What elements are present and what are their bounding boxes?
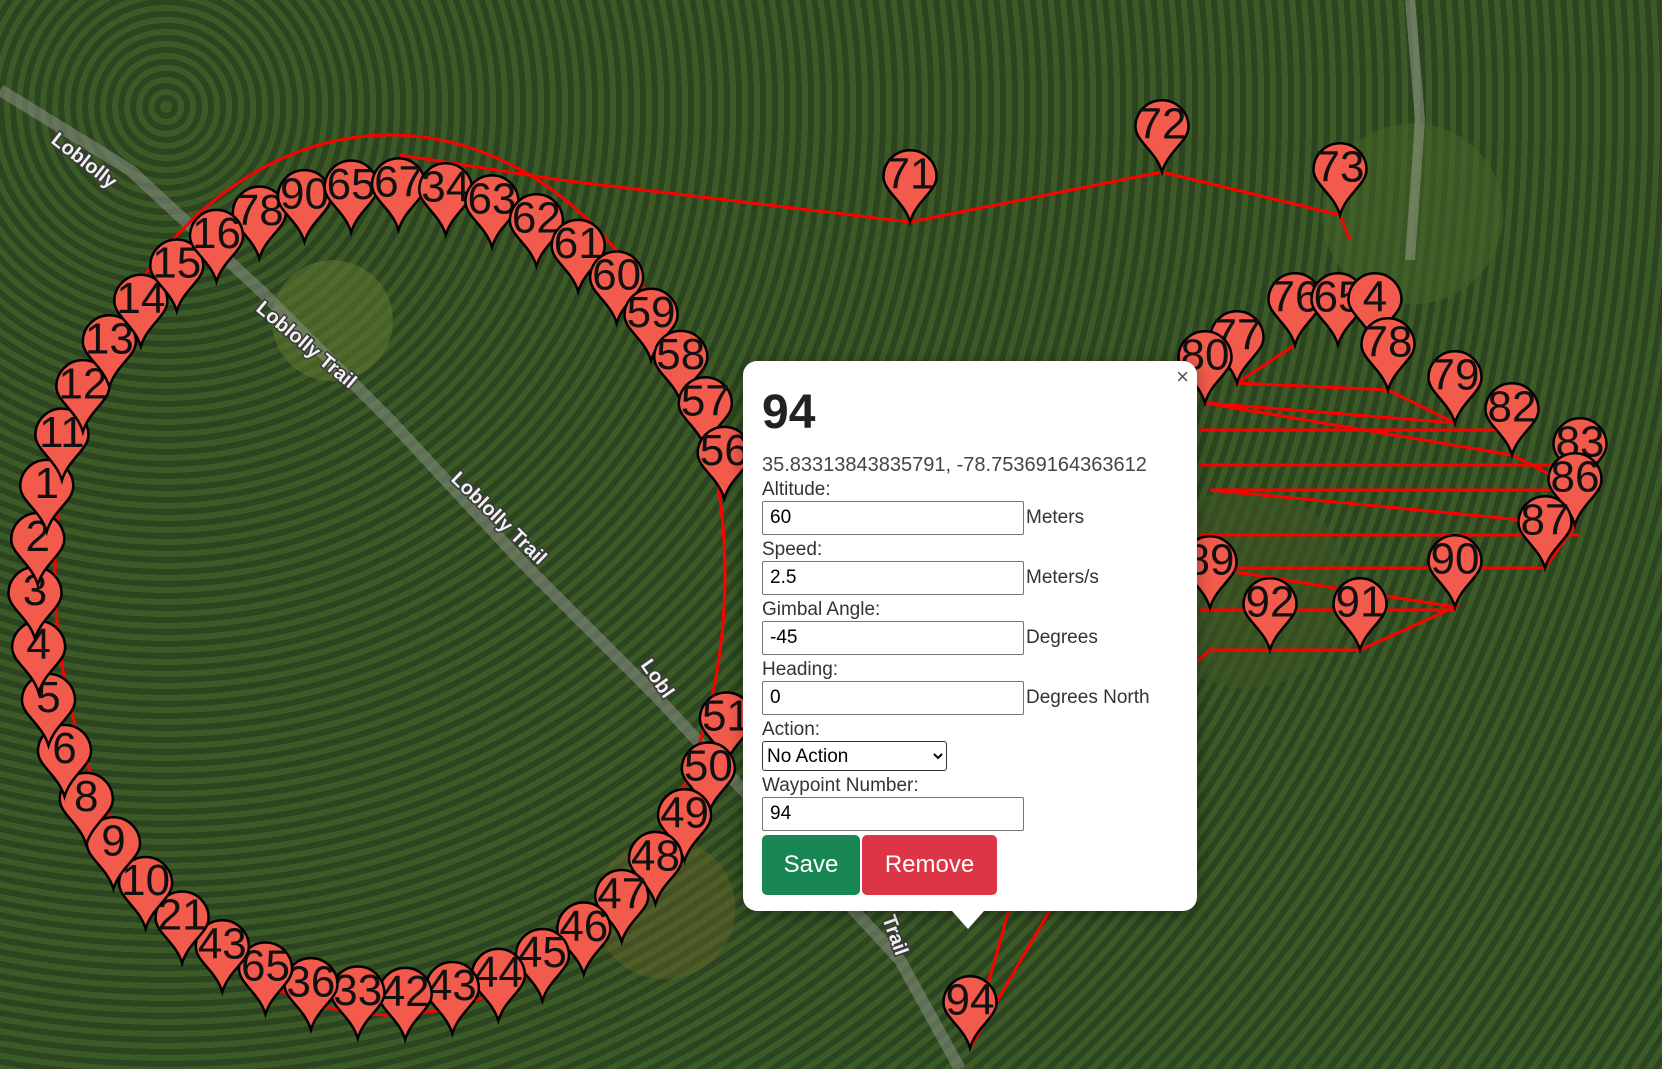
waypoint-label: 57 [681, 376, 730, 425]
waypoint-label: 50 [684, 742, 733, 791]
waypoint-87[interactable]: 87 [1517, 494, 1573, 573]
waypoint-label: 67 [374, 158, 423, 207]
coordinates-text: 35.83313843835791, -78.75369164363612 [762, 454, 1147, 476]
ring-waypoint[interactable]: 65 [323, 159, 379, 237]
heading-label: Heading: [762, 659, 839, 680]
waypoint-label: 43 [428, 961, 477, 1010]
action-label: Action: [762, 719, 821, 740]
speed-input[interactable] [762, 561, 1024, 595]
heading-unit: Degrees North [1026, 687, 1150, 708]
ring-waypoints[interactable]: 7890656734636261605958575651504948474645… [7, 157, 755, 1045]
gimbal-angle-input[interactable] [762, 621, 1024, 655]
waypoint-label: 8 [74, 772, 98, 821]
ring-waypoint[interactable]: 43 [424, 960, 481, 1039]
altitude-label: Altitude: [762, 479, 831, 500]
waypoint-71[interactable]: 71 [882, 148, 938, 227]
waypoint-79[interactable]: 79 [1427, 349, 1483, 428]
waypoint-label: 65 [327, 160, 376, 209]
ring-waypoint[interactable]: 33 [330, 965, 386, 1043]
waypoint-label: 42 [381, 967, 430, 1016]
gimbal-angle-label: Gimbal Angle: [762, 599, 881, 620]
waypoint-label: 73 [1316, 142, 1365, 191]
waypoint-popup: × 94 35.83313843835791, -78.753691643636… [743, 361, 1197, 911]
waypoint-label: 79 [1431, 350, 1480, 399]
speed-label: Speed: [762, 539, 823, 560]
waypoint-label: 91 [1336, 577, 1385, 626]
waypoint-94[interactable]: 94 [942, 974, 998, 1053]
waypoint-number-label: Waypoint Number: [762, 775, 919, 796]
altitude-unit: Meters [1026, 507, 1085, 528]
speed-unit: Meters/s [1026, 567, 1099, 588]
popup-title: 94 [762, 386, 816, 439]
popup-tip [952, 911, 984, 929]
ring-waypoint[interactable]: 34 [417, 162, 474, 240]
waypoint-label: 56 [700, 426, 749, 475]
waypoint-number-input[interactable] [762, 797, 1024, 831]
waypoint-label: 36 [286, 957, 335, 1006]
road-path [1405, 0, 1426, 261]
close-icon[interactable]: × [1176, 363, 1189, 391]
altitude-input[interactable] [762, 501, 1024, 535]
waypoint-label: 90 [280, 169, 329, 218]
ring-waypoint[interactable]: 90 [276, 168, 333, 247]
waypoint-73[interactable]: 73 [1312, 141, 1368, 220]
waypoint-label: 78 [1364, 317, 1413, 366]
waypoint-label: 92 [1246, 577, 1295, 626]
save-button[interactable]: Save [762, 835, 860, 895]
waypoint-90[interactable]: 90 [1427, 533, 1483, 612]
ring-waypoint[interactable]: 67 [370, 157, 427, 235]
action-select[interactable]: No Action [762, 741, 947, 771]
waypoint-label: 9 [101, 816, 125, 865]
waypoint-label: 71 [886, 149, 935, 198]
waypoint-78[interactable]: 78 [1360, 316, 1416, 395]
waypoint-label: 44 [474, 948, 523, 997]
waypoint-label: 82 [1488, 382, 1537, 431]
waypoint-label: 72 [1138, 99, 1187, 148]
waypoint-label: 34 [421, 162, 470, 211]
trail-label: Loblolly Trail [252, 297, 361, 393]
waypoint-82[interactable]: 82 [1484, 381, 1540, 460]
waypoint-label: 16 [192, 209, 241, 258]
heading-input[interactable] [762, 681, 1024, 715]
trail-label: Loblolly Trail [447, 468, 551, 570]
waypoint-label: 58 [656, 330, 705, 379]
waypoint-label: 4 [1363, 272, 1387, 321]
remove-button[interactable]: Remove [862, 835, 997, 895]
waypoint-92[interactable]: 92 [1242, 576, 1298, 655]
gimbal-angle-unit: Degrees [1026, 627, 1098, 648]
waypoint-label: 94 [946, 975, 995, 1024]
waypoint-label: 90 [1431, 534, 1480, 583]
ring-waypoint[interactable]: 42 [377, 966, 433, 1045]
waypoint-label: 49 [660, 789, 709, 838]
waypoint-91[interactable]: 91 [1332, 576, 1388, 655]
waypoint-label: 86 [1551, 452, 1600, 501]
waypoint-72[interactable]: 72 [1134, 98, 1190, 177]
waypoint-label: 87 [1521, 495, 1570, 544]
waypoint-label: 33 [333, 966, 382, 1015]
